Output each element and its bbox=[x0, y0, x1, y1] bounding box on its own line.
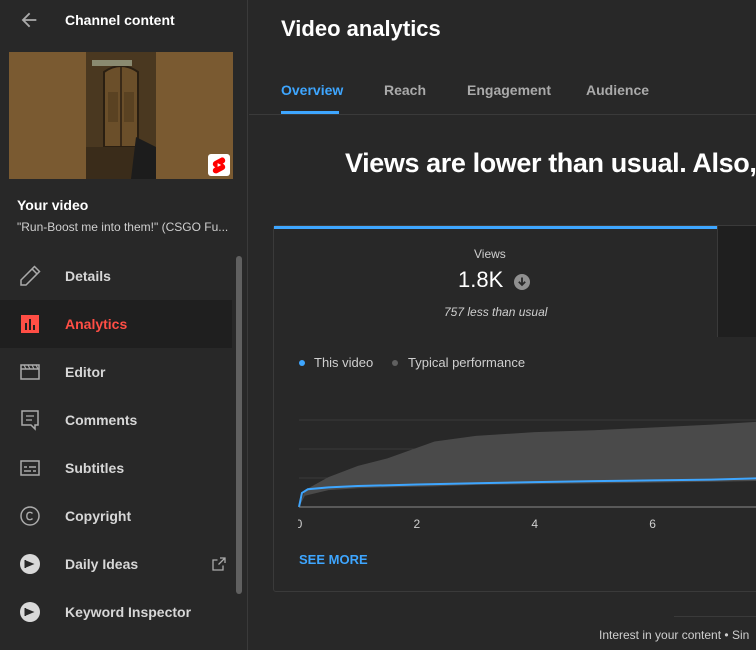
sidebar-header: Channel content bbox=[0, 0, 248, 42]
x-tick-label: 4 bbox=[531, 517, 538, 531]
daily-ideas-icon bbox=[20, 554, 40, 574]
footer-divider bbox=[674, 616, 756, 617]
x-tick-label: 0 bbox=[298, 517, 303, 531]
metric-note: 757 less than usual bbox=[444, 305, 548, 319]
tab-audience[interactable]: Audience bbox=[586, 82, 649, 98]
next-metric-tile[interactable] bbox=[717, 226, 756, 337]
sidebar-item-label: Subtitles bbox=[65, 460, 125, 476]
back-arrow-icon[interactable] bbox=[18, 9, 40, 31]
copyright-icon bbox=[20, 506, 40, 526]
sidebar-title: Channel content bbox=[65, 12, 175, 28]
keyword-inspector-icon bbox=[20, 602, 40, 622]
metric-label: Views bbox=[474, 247, 506, 261]
sidebar-item-label: Editor bbox=[65, 364, 106, 380]
tab-reach[interactable]: Reach bbox=[384, 82, 426, 98]
see-more-button[interactable]: SEE MORE bbox=[299, 552, 368, 567]
tab-overview[interactable]: Overview bbox=[281, 82, 343, 98]
sidebar-item-subtitles[interactable]: Subtitles bbox=[0, 444, 232, 492]
sidebar-item-copyright[interactable]: Copyright bbox=[0, 492, 232, 540]
sidebar-item-label: Comments bbox=[65, 412, 138, 428]
pencil-icon bbox=[20, 265, 41, 286]
sidebar-item-label: Details bbox=[65, 268, 111, 284]
sidebar-item-label: Copyright bbox=[65, 508, 132, 524]
sidebar: Channel content Your video "Run-Boost me… bbox=[0, 0, 248, 650]
sidebar-item-editor[interactable]: Editor bbox=[0, 348, 232, 396]
main-content: Video analytics Overview Reach Engagemen… bbox=[249, 0, 756, 650]
selected-metric-indicator bbox=[274, 226, 717, 229]
footer-section-title: Interest in your content • Sin bbox=[599, 628, 750, 642]
external-link-icon[interactable] bbox=[212, 557, 226, 571]
x-tick-label: 6 bbox=[649, 517, 656, 531]
metrics-card: Views 1.8K 757 less than usual This vide… bbox=[273, 225, 756, 592]
views-chart: 02468 bbox=[298, 419, 756, 531]
thumbnail-frame bbox=[86, 52, 156, 179]
analytics-icon bbox=[21, 315, 39, 333]
sidebar-item-keyword-inspector[interactable]: Keyword Inspector bbox=[0, 588, 232, 636]
sidebar-item-comments[interactable]: Comments bbox=[0, 396, 232, 444]
comments-icon bbox=[21, 410, 39, 431]
thumbnail-scene bbox=[86, 52, 156, 179]
sidebar-scrollbar[interactable] bbox=[236, 256, 242, 594]
sidebar-item-analytics[interactable]: Analytics bbox=[0, 300, 232, 348]
legend-dot-icon bbox=[392, 360, 398, 366]
video-thumbnail[interactable] bbox=[9, 52, 233, 179]
metric-value: 1.8K bbox=[458, 267, 504, 292]
analytics-tabs: Overview Reach Engagement Audience bbox=[249, 70, 756, 115]
insight-headline: Views are lower than usual. Also, r bbox=[345, 148, 756, 178]
page-title: Video analytics bbox=[281, 16, 441, 41]
your-video-label: Your video bbox=[17, 197, 89, 213]
arrow-down-circle-icon bbox=[514, 274, 530, 290]
shorts-icon bbox=[208, 154, 230, 176]
sidebar-nav: Details Analytics Editor Comments Subtit… bbox=[0, 252, 232, 636]
x-tick-label: 2 bbox=[414, 517, 421, 531]
clapperboard-icon bbox=[20, 364, 40, 380]
sidebar-item-daily-ideas[interactable]: Daily Ideas bbox=[0, 540, 232, 588]
video-title: "Run-Boost me into them!" (CSGO Fu... bbox=[17, 220, 229, 234]
typical-performance-band bbox=[299, 421, 756, 507]
subtitles-icon bbox=[20, 460, 40, 476]
sidebar-item-details[interactable]: Details bbox=[0, 252, 232, 300]
tab-engagement[interactable]: Engagement bbox=[467, 82, 551, 98]
legend-label: Typical performance bbox=[408, 355, 526, 370]
sidebar-item-label: Analytics bbox=[65, 316, 128, 332]
legend-dot-icon bbox=[299, 360, 305, 366]
active-tab-indicator bbox=[281, 111, 339, 114]
legend-label: This video bbox=[314, 355, 374, 370]
sidebar-item-label: Keyword Inspector bbox=[65, 604, 192, 620]
sidebar-item-label: Daily Ideas bbox=[65, 556, 139, 572]
